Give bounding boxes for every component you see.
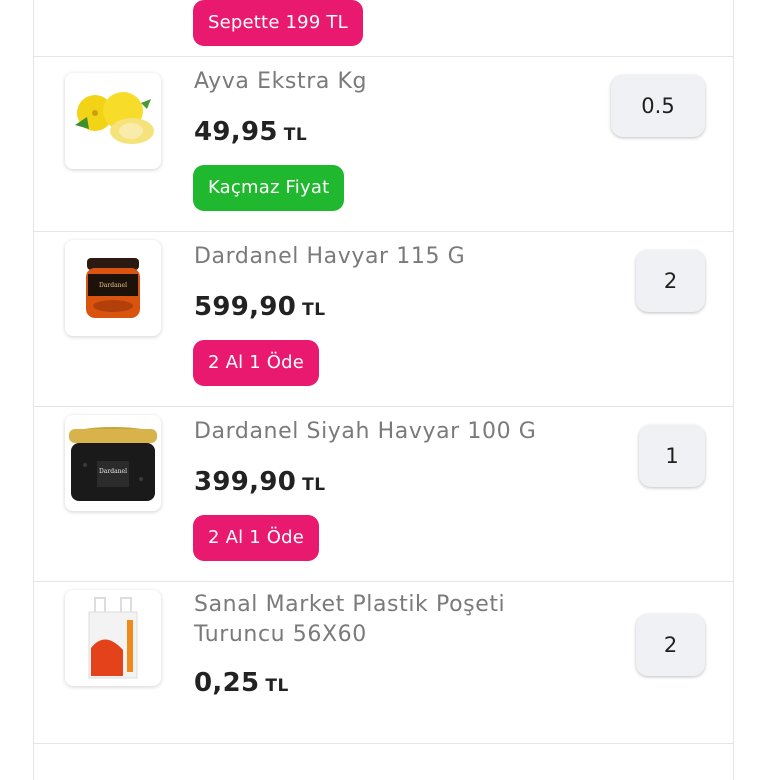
product-row-dardanel-havyar[interactable]: Dardanel Dardanel Havyar 115 G 599,90 TL … — [34, 232, 734, 406]
cart-threshold-badge: Sepette 199 TL — [193, 0, 363, 46]
svg-text:Dardanel: Dardanel — [99, 282, 127, 289]
product-price: 0,25 TL — [194, 668, 289, 698]
quantity-button[interactable]: 0.5 — [611, 75, 705, 137]
quantity-button[interactable]: 2 — [636, 614, 705, 676]
product-name: Sanal Market Plastik Poşeti Turuncu 56X6… — [194, 592, 506, 647]
product-row-ayva[interactable]: Ayva Ekstra Kg 49,95 TL Kaçmaz Fiyat 0.5 — [34, 57, 734, 231]
red-caviar-jar-icon: Dardanel — [65, 240, 161, 336]
product-row-plastik-poset[interactable]: Sanal Market Plastik Poşeti Turuncu 56X6… — [34, 582, 734, 746]
product-price: 599,90 TL — [194, 292, 326, 322]
quince-fruit-icon — [65, 73, 161, 169]
quantity-button[interactable]: 1 — [639, 425, 705, 487]
product-name: Dardanel Siyah Havyar 100 G — [194, 419, 537, 444]
cart-product-list: Sepette 199 TL Ayva Ekstra Kg 49,95 TL Ka… — [33, 0, 734, 780]
promo-badge: 2 Al 1 Öde — [193, 340, 320, 386]
product-name: Dardanel Havyar 115 G — [194, 244, 466, 269]
product-price: 399,90 TL — [194, 467, 326, 497]
svg-text:Dardanel: Dardanel — [99, 468, 127, 475]
product-row-dardanel-siyah-havyar[interactable]: Dardanel Dardanel Siyah Havyar 100 G 399… — [34, 407, 734, 581]
product-price: 49,95 TL — [194, 117, 308, 147]
row-divider — [34, 743, 734, 744]
quantity-button[interactable]: 2 — [636, 250, 705, 312]
promo-badge: 2 Al 1 Öde — [193, 515, 320, 561]
product-name: Ayva Ekstra Kg — [194, 69, 368, 94]
black-caviar-jar-icon: Dardanel — [65, 415, 161, 511]
plastic-bag-icon — [65, 590, 161, 686]
promo-badge: Kaçmaz Fiyat — [193, 165, 345, 211]
